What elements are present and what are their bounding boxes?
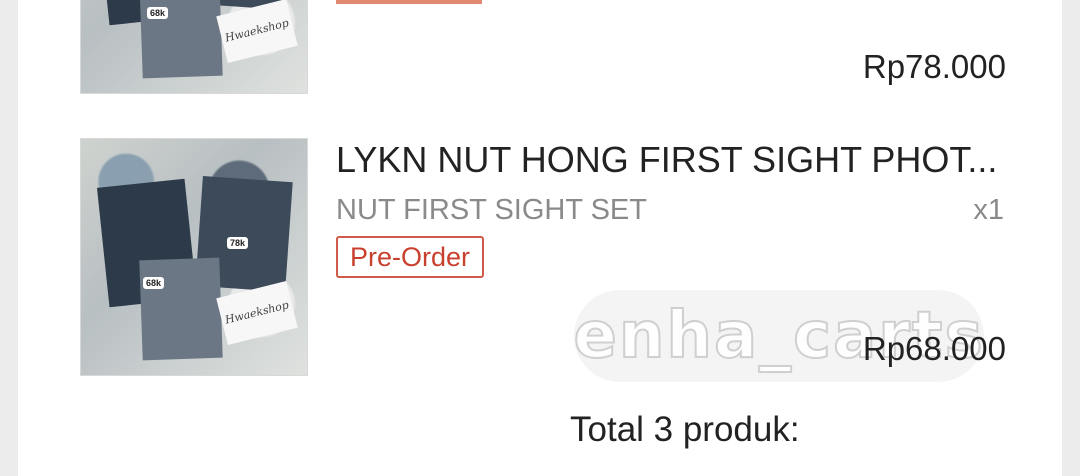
- pre-order-badge: Pre-Order: [336, 236, 485, 278]
- product-quantity: x1: [973, 194, 1004, 226]
- product-title[interactable]: LYKN NUT HONG FIRST SIGHT PHOT...: [336, 139, 1026, 181]
- pre-order-badge-partial: [336, 0, 482, 4]
- order-card: Hwaekshop 68k Rp78.000 Hwaekshop 78k 68k…: [18, 0, 1062, 476]
- product-image-2[interactable]: Hwaekshop 78k 68k: [80, 138, 308, 376]
- item-price-2: Rp68.000: [862, 330, 1006, 367]
- product-variant: NUT FIRST SIGHT SET: [336, 194, 647, 226]
- order-total-label: Total 3 produk:: [570, 410, 800, 449]
- shop-note: Hwaekshop: [216, 281, 298, 345]
- image-price-tag: 78k: [227, 237, 249, 249]
- product-image-1[interactable]: Hwaekshop 68k: [80, 0, 308, 94]
- shop-note: Hwaekshop: [216, 0, 298, 63]
- item-price-1: Rp78.000: [862, 48, 1006, 85]
- image-price-tag: 68k: [143, 277, 165, 289]
- photocard-graphic: [139, 257, 223, 361]
- image-price-tag: 68k: [147, 7, 169, 19]
